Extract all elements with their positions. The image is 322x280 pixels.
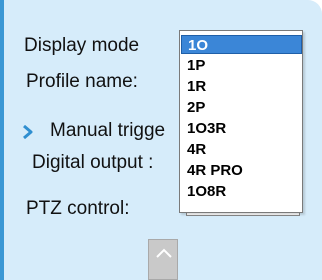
- dropdown-option[interactable]: 1P: [181, 56, 302, 75]
- dropdown-option[interactable]: 1O8R: [181, 182, 302, 201]
- display-mode-dropdown-list[interactable]: 1O 1P 1R 2P 1O3R 4R 4R PRO 1O8R: [179, 30, 303, 213]
- dropdown-option[interactable]: 1R: [181, 77, 302, 96]
- ptz-control-label: PTZ control:: [26, 198, 130, 219]
- dropdown-option[interactable]: 1O3R: [181, 119, 302, 138]
- digital-output-label: Digital output :: [32, 152, 154, 173]
- manual-trigger-label[interactable]: Manual trigge: [50, 120, 165, 142]
- dropdown-option[interactable]: 2P: [181, 98, 302, 117]
- dropdown-option[interactable]: 4R PRO: [181, 161, 302, 180]
- display-mode-label: Display mode: [24, 35, 140, 56]
- dropdown-option-selected[interactable]: 1O: [181, 35, 302, 54]
- scroll-up-button[interactable]: [148, 239, 178, 280]
- chevron-up-icon: [156, 248, 172, 258]
- profile-name-label: Profile name:: [26, 71, 138, 92]
- dropdown-option[interactable]: 4R: [181, 140, 302, 159]
- chevron-right-icon[interactable]: [22, 124, 34, 140]
